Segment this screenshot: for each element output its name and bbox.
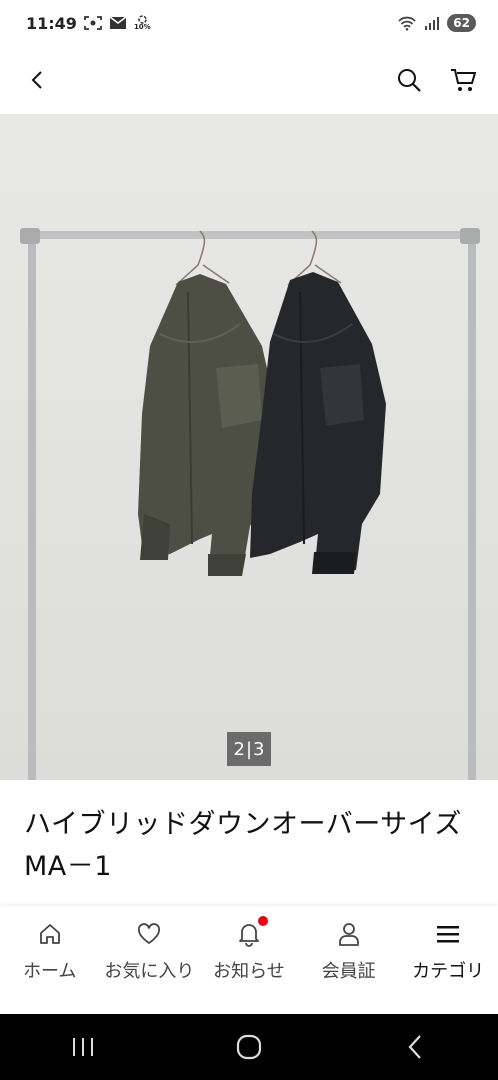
heart-icon — [137, 920, 161, 948]
nav-item-favorites[interactable]: お気に入り — [100, 906, 200, 1014]
system-back-icon[interactable] — [385, 1022, 445, 1072]
home-icon — [38, 920, 62, 948]
bottom-nav: ホーム お気に入り お知らせ 会員証 カテゴリ — [0, 906, 498, 1014]
cart-icon[interactable] — [450, 67, 478, 93]
product-image — [20, 228, 480, 780]
status-time: 11:49 — [26, 13, 77, 33]
pager-separator: | — [245, 738, 253, 760]
mail-icon — [109, 16, 127, 30]
home-button-icon[interactable] — [219, 1022, 279, 1072]
product-title: ハイブリッドダウンオーバーサイズMA－1 — [24, 809, 462, 882]
signal-icon — [424, 16, 440, 30]
app-bar-actions — [396, 67, 478, 93]
system-nav-bar — [0, 1014, 498, 1080]
wifi-icon — [397, 15, 417, 31]
nav-label-member-card: 会員証 — [321, 961, 376, 982]
battery-indicator: 62 — [447, 14, 476, 32]
status-left: 11:49 10% — [26, 14, 151, 33]
app-bar — [0, 46, 498, 114]
data-saver-text: 10% — [133, 23, 151, 31]
nav-label-home: ホーム — [23, 961, 77, 982]
screenshot-icon — [84, 15, 102, 31]
bell-icon — [238, 916, 268, 948]
pager-total: 3 — [253, 738, 265, 760]
menu-icon — [437, 920, 460, 948]
notification-badge — [257, 916, 268, 926]
back-icon[interactable] — [26, 68, 50, 92]
nav-item-notifications[interactable]: お知らせ — [199, 906, 299, 1014]
pager-current: 2 — [233, 738, 245, 760]
person-icon — [338, 920, 360, 948]
nav-label-category: カテゴリ — [412, 961, 485, 982]
recent-apps-icon[interactable] — [53, 1022, 113, 1072]
image-pager: 2 | 3 — [227, 732, 271, 766]
nav-item-home[interactable]: ホーム — [0, 906, 100, 1014]
nav-label-favorites: お気に入り — [104, 961, 195, 982]
nav-item-member-card[interactable]: 会員証 — [299, 906, 399, 1014]
data-saver-icon: 10% — [134, 15, 151, 31]
status-right: 62 — [397, 14, 476, 32]
product-image-carousel[interactable]: 2 | 3 — [0, 114, 498, 780]
status-bar: 11:49 10% 62 — [0, 0, 498, 46]
nav-item-category[interactable]: カテゴリ — [398, 906, 498, 1014]
nav-label-notifications: お知らせ — [213, 961, 285, 982]
search-icon[interactable] — [396, 67, 422, 93]
